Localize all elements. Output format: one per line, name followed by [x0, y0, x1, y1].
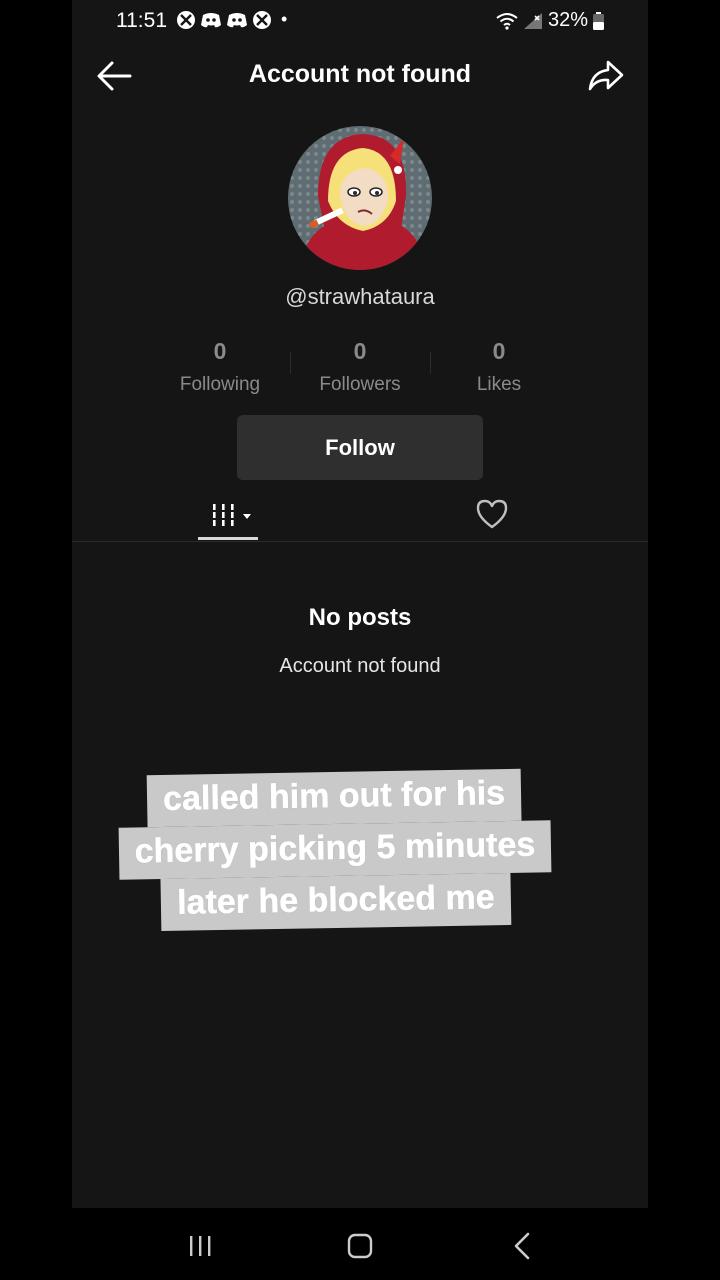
tab-divider [72, 541, 648, 542]
recent-apps-button[interactable] [185, 1234, 215, 1258]
empty-state-title: No posts [308, 604, 412, 631]
following-count: 0 [213, 338, 227, 364]
profile-stats: 0 Following 0 Followers 0 Likes [150, 338, 570, 398]
active-tab-indicator [198, 537, 258, 540]
xbox-icon [253, 11, 271, 29]
chevron-down-icon [243, 514, 251, 519]
follow-button[interactable]: Follow [237, 415, 483, 480]
chevron-left-icon [514, 1232, 530, 1260]
notification-icons [176, 10, 272, 30]
signal-icon [523, 12, 542, 29]
caption-line: cherry picking 5 minutes [118, 820, 552, 880]
heart-icon [476, 499, 508, 529]
battery-percent: 32% [547, 9, 588, 31]
home-icon [347, 1233, 373, 1259]
grid-icon [213, 504, 251, 526]
system-nav-bar [0, 1208, 720, 1280]
content-tabs [72, 490, 648, 542]
video-caption-overlay: called him out for his cherry picking 5 … [99, 768, 572, 932]
followers-label: Followers [319, 374, 401, 395]
avatar [288, 126, 432, 270]
following-label: Following [179, 374, 261, 395]
status-time: 11:51 [116, 9, 167, 32]
stat-following[interactable]: 0 Following [150, 338, 290, 396]
caption-line: called him out for his [146, 768, 522, 828]
discord-icon [201, 13, 221, 28]
tab-liked[interactable] [474, 496, 510, 532]
system-status: 32% [496, 9, 604, 32]
home-button[interactable] [346, 1232, 374, 1260]
caption-line: later he blocked me [160, 872, 512, 932]
system-back-button[interactable] [510, 1230, 534, 1262]
username: @strawhataura [285, 284, 435, 309]
stat-followers[interactable]: 0 Followers [290, 338, 430, 396]
recent-apps-icon [190, 1236, 211, 1256]
share-arrow-icon [588, 60, 624, 91]
likes-label: Likes [476, 374, 522, 395]
wifi-icon [496, 12, 518, 30]
empty-state-subtitle: Account not found [279, 655, 441, 677]
page-title: Account not found [248, 60, 472, 88]
stat-likes[interactable]: 0 Likes [429, 338, 569, 396]
xbox-icon [177, 11, 195, 29]
followers-count: 0 [353, 338, 367, 364]
tab-videos[interactable] [200, 496, 260, 536]
header: Account not found [72, 48, 648, 104]
share-button[interactable] [586, 56, 626, 96]
more-notifications-icon: • [281, 9, 288, 29]
likes-count: 0 [492, 338, 506, 364]
discord-icon [227, 13, 247, 28]
battery-icon [593, 11, 604, 30]
status-bar: 11:51 • 32% [72, 0, 648, 44]
